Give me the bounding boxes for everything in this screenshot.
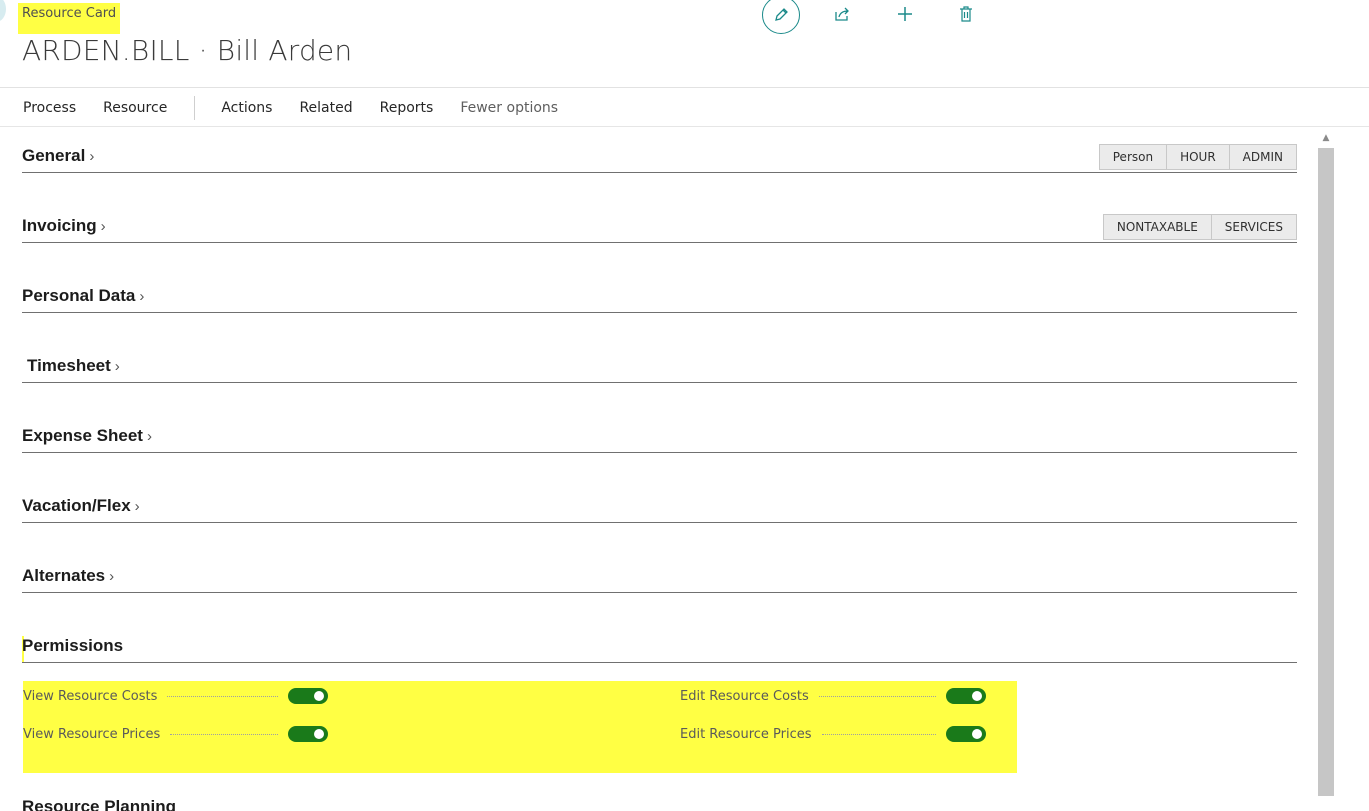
section-permissions-header[interactable]: Permissions: [22, 636, 123, 656]
section-title: Vacation/Flex: [22, 496, 131, 515]
permissions-fields: View Resource Costs View Resource Prices…: [23, 681, 1017, 773]
toggle-knob: [314, 691, 324, 701]
section-divider: [22, 172, 1297, 173]
section-timesheet: Timesheet ›: [22, 337, 1297, 383]
chevron-right-icon: ›: [114, 357, 120, 375]
summary-chip: HOUR: [1166, 144, 1230, 170]
section-personal-data-header[interactable]: Personal Data ›: [22, 286, 144, 306]
field-edit-resource-costs: Edit Resource Costs: [680, 686, 986, 706]
toggle-knob: [972, 729, 982, 739]
section-timesheet-header[interactable]: Timesheet ›: [27, 356, 120, 376]
action-reports[interactable]: Reports: [380, 100, 434, 116]
section-permissions: Permissions: [22, 617, 1297, 663]
toggle-knob: [972, 691, 982, 701]
edit-resource-costs-toggle[interactable]: [946, 688, 986, 704]
chevron-right-icon: ›: [109, 567, 115, 585]
section-personal-data: Personal Data ›: [22, 267, 1297, 313]
section-divider: [22, 382, 1297, 383]
share-button[interactable]: [824, 0, 860, 32]
section-divider: [22, 522, 1297, 523]
leader-dots: [167, 695, 278, 697]
chevron-right-icon: ›: [100, 217, 106, 235]
section-general: General › Person HOUR ADMIN: [22, 127, 1297, 173]
section-divider: [22, 592, 1297, 593]
section-divider: [22, 312, 1297, 313]
section-expense-sheet: Expense Sheet ›: [22, 407, 1297, 453]
scrollbar-thumb[interactable]: [1318, 148, 1334, 796]
plus-icon: [898, 7, 912, 21]
page-caption: Resource Card: [18, 3, 121, 34]
section-title: Permissions: [22, 636, 124, 655]
action-resource[interactable]: Resource: [103, 100, 167, 116]
toggle-knob: [314, 729, 324, 739]
field-view-resource-prices: View Resource Prices: [23, 724, 328, 744]
card-content: General › Person HOUR ADMIN Invoicing › NO…: [22, 127, 1297, 811]
edit-button[interactable]: [762, 0, 800, 34]
scroll-up-arrow-icon[interactable]: ▲: [1318, 131, 1334, 145]
action-bar: Process Resource Actions Related Reports…: [23, 96, 585, 120]
section-title: Alternates: [22, 566, 106, 585]
section-resource-planning-header[interactable]: Resource Planning: [22, 797, 176, 811]
section-divider: [22, 242, 1297, 243]
share-icon: [835, 7, 849, 21]
section-alternates-header[interactable]: Alternates ›: [22, 566, 114, 586]
section-vacation-flex-header[interactable]: Vacation/Flex ›: [22, 496, 140, 516]
field-label: Edit Resource Costs: [680, 688, 809, 704]
general-summary: Person HOUR ADMIN: [1098, 144, 1297, 170]
field-label: View Resource Prices: [23, 726, 161, 742]
field-edit-resource-prices: Edit Resource Prices: [680, 724, 986, 744]
action-process[interactable]: Process: [23, 100, 76, 116]
section-divider: [22, 662, 1297, 663]
section-resource-planning: Resource Planning: [22, 778, 1297, 811]
summary-chip: Person: [1098, 144, 1168, 170]
field-view-resource-costs: View Resource Costs: [23, 686, 328, 706]
chevron-right-icon: ›: [139, 287, 145, 305]
section-invoicing: Invoicing › NONTAXABLE SERVICES: [22, 197, 1297, 243]
view-resource-prices-toggle[interactable]: [288, 726, 328, 742]
section-vacation-flex: Vacation/Flex ›: [22, 477, 1297, 523]
field-label: Edit Resource Prices: [680, 726, 812, 742]
summary-chip: SERVICES: [1210, 214, 1297, 240]
chevron-right-icon: ›: [134, 497, 140, 515]
fewer-options[interactable]: Fewer options: [460, 100, 558, 116]
section-title: Personal Data: [22, 286, 136, 305]
section-title: Resource Planning: [22, 797, 176, 811]
avatar-edge: [0, 0, 6, 22]
section-divider: [22, 452, 1297, 453]
view-resource-costs-toggle[interactable]: [288, 688, 328, 704]
header-divider: [0, 87, 1369, 88]
section-alternates: Alternates ›: [22, 547, 1297, 593]
section-title: Expense Sheet: [22, 426, 143, 445]
section-title: Timesheet: [27, 356, 111, 375]
section-general-header[interactable]: General ›: [22, 146, 94, 166]
delete-icon: [960, 6, 972, 22]
edit-resource-prices-toggle[interactable]: [946, 726, 986, 742]
section-title: General: [22, 146, 86, 165]
summary-chip: NONTAXABLE: [1102, 214, 1212, 240]
field-label: View Resource Costs: [23, 688, 158, 704]
chevron-right-icon: ›: [89, 147, 95, 165]
action-actions[interactable]: Actions: [221, 100, 272, 116]
action-divider: [194, 96, 196, 120]
action-related[interactable]: Related: [299, 100, 352, 116]
edit-icon: [775, 8, 788, 21]
delete-button[interactable]: [948, 0, 984, 32]
record-title: ARDEN.BILL · Bill Arden: [22, 34, 353, 67]
section-title: Invoicing: [22, 216, 97, 235]
chevron-right-icon: ›: [146, 427, 152, 445]
leader-dots: [818, 695, 936, 697]
section-expense-sheet-header[interactable]: Expense Sheet ›: [22, 426, 152, 446]
leader-dots: [821, 733, 936, 735]
new-button[interactable]: [887, 0, 923, 32]
section-invoicing-header[interactable]: Invoicing ›: [22, 216, 106, 236]
invoicing-summary: NONTAXABLE SERVICES: [1102, 214, 1297, 240]
summary-chip: ADMIN: [1228, 144, 1297, 170]
leader-dots: [170, 733, 278, 735]
